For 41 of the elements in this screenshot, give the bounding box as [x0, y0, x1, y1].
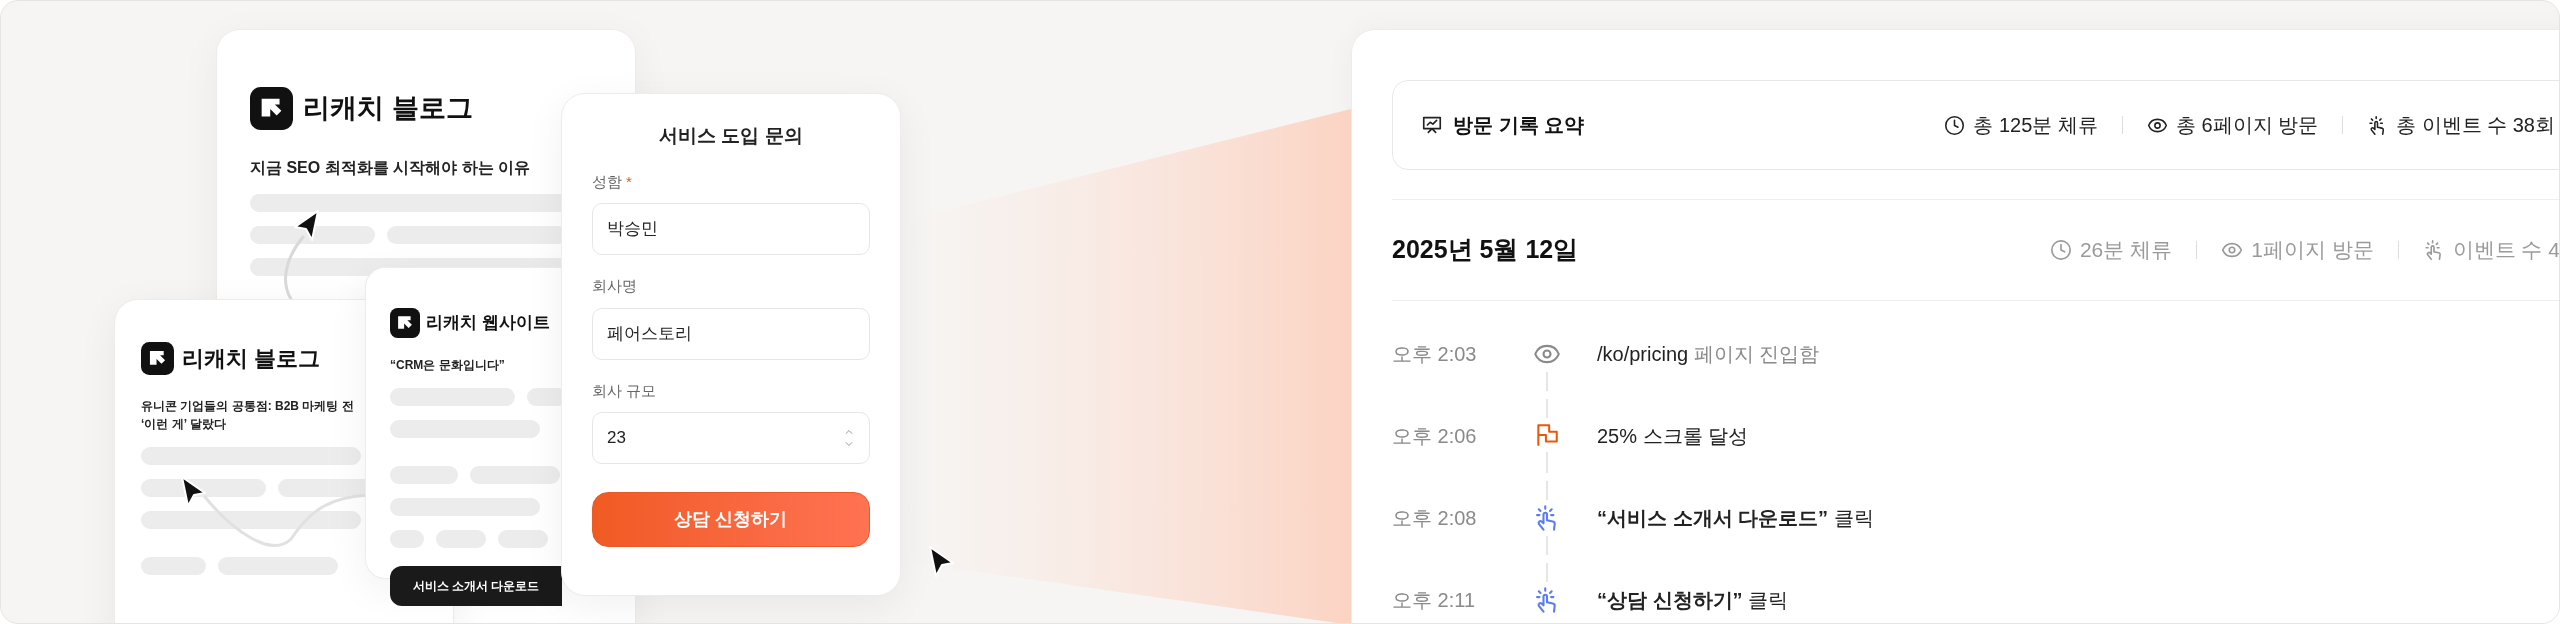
- event-time: 오후 2:11: [1392, 588, 1475, 613]
- stat-text: 총 이벤트 수 38회: [2396, 113, 2555, 138]
- website-quote: “CRM은 문화입니다”: [390, 357, 506, 374]
- event-time: 오후 2:08: [1392, 506, 1477, 531]
- chart-board-icon: [1421, 114, 1443, 136]
- session-date: 2025년 5월 12일: [1392, 234, 1579, 266]
- blog-headline: ‘이런 게’ 달랐다: [141, 416, 226, 433]
- form-title: 서비스 도입 문의: [659, 124, 803, 148]
- stat-text: 총 125분 체류: [1973, 113, 2098, 138]
- blog-title: 리캐치 블로그: [182, 345, 321, 373]
- text-field[interactable]: 페어스토리: [592, 307, 870, 360]
- cursor-icon: [291, 209, 321, 243]
- flag-icon: [1534, 422, 1560, 448]
- event-time: 오후 2:06: [1392, 424, 1477, 449]
- event-text: /ko/pricing 페이지 진입함: [1597, 342, 1820, 367]
- stat-text: 이벤트 수 4: [2452, 237, 2559, 264]
- event-time: 오후 2:03: [1392, 342, 1477, 367]
- summary-title: 방문 기록 요약: [1453, 113, 1585, 138]
- blog-headline: 유니콘 기업들의 공통점: B2B 마케팅 전: [141, 398, 354, 415]
- clock-icon: [1944, 114, 1966, 136]
- stat-text: 총 6페이지 방문: [2175, 113, 2319, 138]
- required-mark: *: [626, 171, 632, 192]
- event-text: “상담 신청하기” 클릭: [1597, 588, 1789, 613]
- blog-headline: 지금 SEO 최적화를 시작해야 하는 이유: [250, 158, 530, 178]
- clock-icon: [2049, 239, 2072, 261]
- blog-title: 리캐치 블로그: [303, 92, 473, 126]
- number-field[interactable]: 23: [592, 412, 870, 464]
- text-field[interactable]: 박승민: [592, 203, 870, 255]
- stat-text: 1페이지 방문: [2251, 237, 2374, 264]
- logo-icon: [250, 87, 293, 130]
- field-label: 회사 규모: [592, 380, 657, 401]
- cursor-icon: [927, 545, 957, 579]
- logo-icon: [141, 342, 174, 375]
- event-text: “서비스 소개서 다운로드” 클릭: [1597, 506, 1874, 531]
- event-text: 25% 스크롤 달성: [1597, 424, 1749, 449]
- field-label: 회사명: [592, 276, 637, 296]
- website-title: 리캐치 웹사이트: [426, 312, 550, 335]
- stat-text: 26분 체류: [2079, 237, 2173, 264]
- logo-icon: [390, 308, 420, 338]
- download-button[interactable]: 서비스 소개서 다운로드: [390, 566, 562, 606]
- field-label: 성함: [592, 171, 622, 192]
